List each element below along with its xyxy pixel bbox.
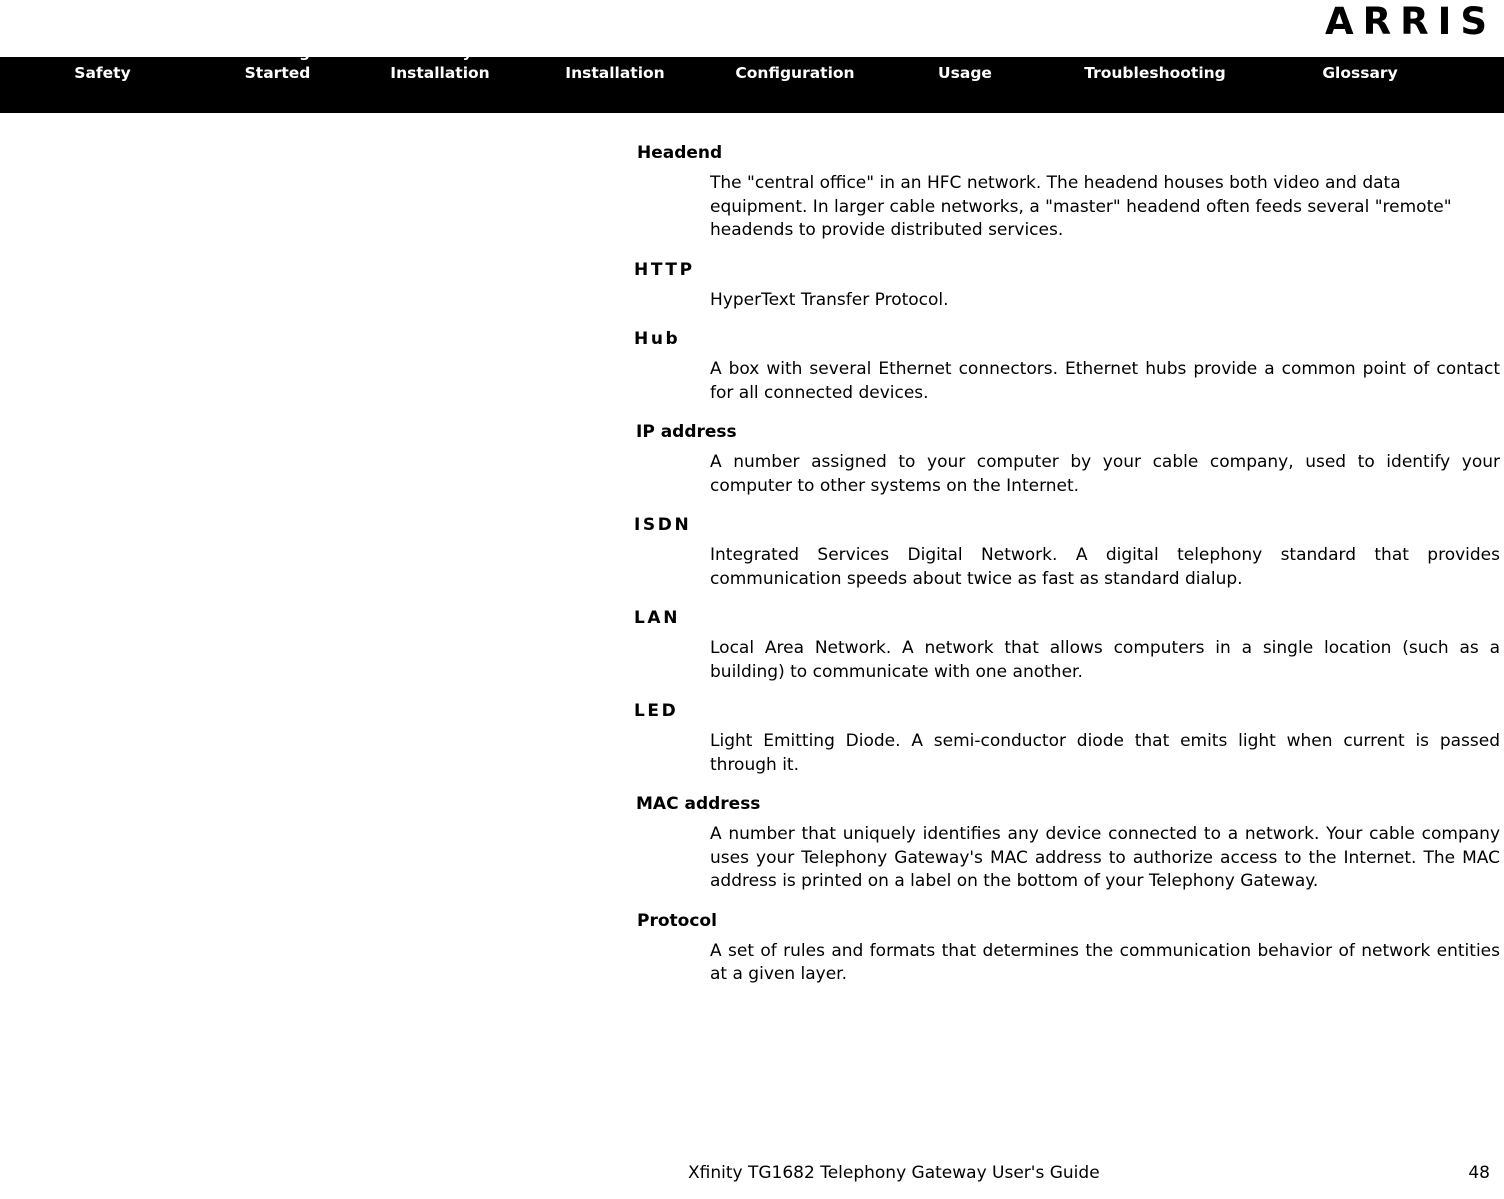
glossary-definition: A number that uniquely identifies any de… [710, 824, 1500, 891]
glossary-list: Headend The "central office" in an HFC n… [0, 140, 1504, 1001]
glossary-entry: MAC address A number that uniquely ident… [0, 791, 1504, 894]
glossary-entry: ISDN Integrated Services Digital Network… [0, 512, 1504, 591]
glossary-definition: Local Area Network. A network that allow… [710, 638, 1500, 682]
top-navigation-bar: Safety Getting Started Battery Installat… [0, 43, 1504, 113]
glossary-term: Headend [637, 143, 723, 163]
glossary-entry: HTTP HyperText Transfer Protocol. [0, 257, 1504, 313]
glossary-definition: A set of rules and formats that determin… [710, 940, 1500, 985]
glossary-entry: Protocol A set of rules and formats that… [0, 908, 1504, 987]
glossary-definition: The "central office" in an HFC network. … [710, 173, 1452, 240]
glossary-term: ISDN [634, 515, 692, 535]
nav-item-label: Installation [565, 64, 665, 82]
nav-item-label: Glossary [1322, 64, 1398, 82]
nav-item-label: Battery Installation [390, 43, 490, 82]
glossary-definition: Light Emitting Diode. A semi-conductor d… [710, 731, 1500, 775]
nav-item-label: Getting Started [244, 43, 311, 82]
nav-item-label: Troubleshooting [1084, 64, 1226, 82]
nav-item-glossary[interactable]: Glossary [1270, 42, 1450, 113]
glossary-definition: A box with several Ethernet connectors. … [710, 359, 1500, 403]
glossary-entry: Hub A box with several Ethernet connecto… [0, 326, 1504, 405]
glossary-entry: IP address A number assigned to your com… [0, 419, 1504, 498]
glossary-entry: LED Light Emitting Diode. A semi-conduct… [0, 698, 1504, 777]
footer-page-number: 48 [1468, 1163, 1490, 1183]
glossary-term: Protocol [637, 910, 717, 931]
nav-item-battery-installation[interactable]: Battery Installation [350, 21, 530, 113]
glossary-definition: A number assigned to your computer by yo… [710, 452, 1500, 496]
footer-document-title: Xfinity TG1682 Telephony Gateway User's … [688, 1163, 1100, 1183]
nav-item-safety[interactable]: Safety [0, 42, 205, 113]
nav-item-label: Safety [74, 64, 131, 82]
glossary-term: Hub [634, 329, 681, 349]
nav-item-ethernet-configuration[interactable]: Ethernet Configuration [700, 21, 890, 113]
glossary-term: LED [634, 701, 679, 721]
glossary-term: MAC address [636, 794, 761, 814]
nav-item-getting-started[interactable]: Getting Started [205, 21, 350, 113]
nav-item-label: Usage [938, 64, 992, 82]
glossary-definition: HyperText Transfer Protocol. [710, 289, 949, 310]
nav-item-installation[interactable]: Installation [530, 42, 700, 113]
nav-item-usage[interactable]: Usage [890, 42, 1040, 113]
glossary-term: IP address [636, 422, 737, 442]
glossary-entry: Headend The "central office" in an HFC n… [0, 140, 1504, 243]
nav-item-troubleshooting[interactable]: Troubleshooting [1040, 42, 1270, 113]
arris-logo: ARRIS [1324, 0, 1496, 43]
glossary-entry: LAN Local Area Network. A network that a… [0, 605, 1504, 684]
nav-item-label: Ethernet Configuration [735, 43, 855, 82]
glossary-term: LAN [634, 608, 681, 628]
glossary-definition: Integrated Services Digital Network. A d… [710, 545, 1500, 589]
glossary-term: HTTP [634, 259, 695, 280]
page-footer: Xfinity TG1682 Telephony Gateway User's … [0, 1159, 1504, 1187]
